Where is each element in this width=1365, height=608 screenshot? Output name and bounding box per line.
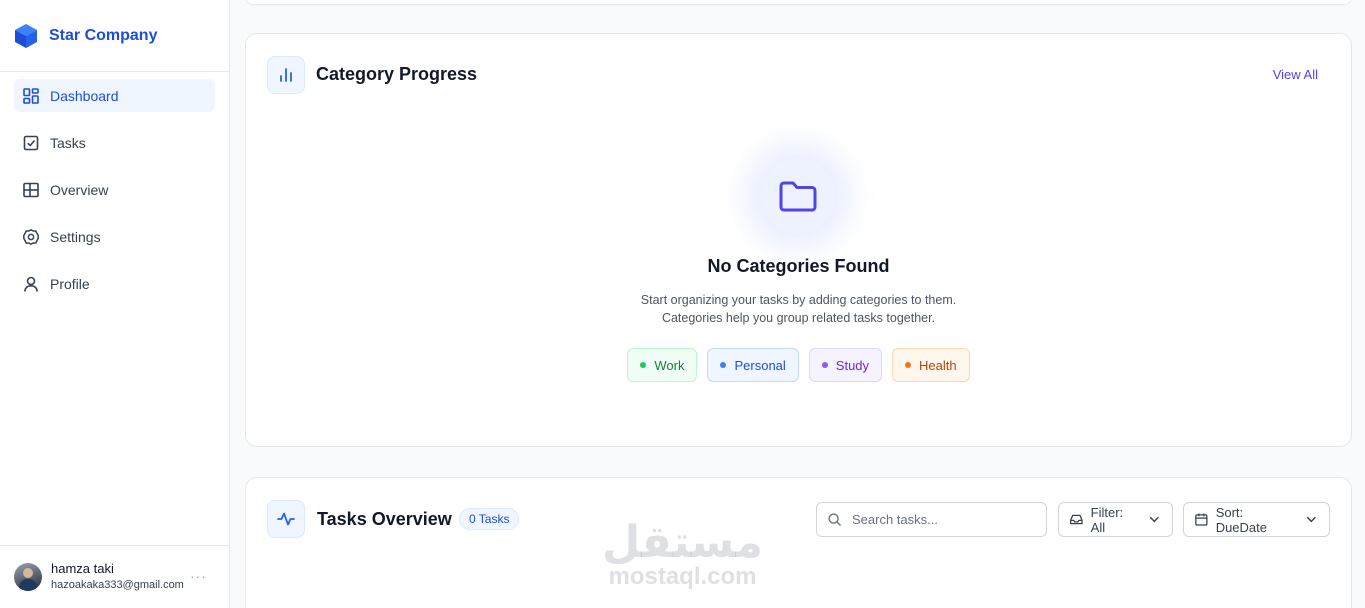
task-count-badge: 0 Tasks [459,508,520,530]
tasks-overview-card: Tasks Overview 0 Tasks Filter: All [245,477,1352,608]
category-progress-title: Category Progress [316,64,478,84]
empty-state-line: Categories help you group related tasks … [661,311,936,325]
watermark-latin: mostaql.com [608,563,757,590]
more-options-icon[interactable]: ··· [190,568,207,584]
sidebar-item-overview[interactable]: Overview [14,173,215,206]
empty-state-description: Start organizing your tasks by adding ca… [246,291,1351,327]
avatar[interactable] [14,563,42,591]
sidebar-item-profile[interactable]: Profile [14,267,215,300]
sort-label: Sort: DueDate [1215,504,1267,535]
dot-icon [640,362,647,368]
empty-state-line: Start organizing your tasks by adding ca… [640,293,957,307]
chevron-down-icon [1150,516,1160,523]
user-name: hamza taki [51,561,114,576]
previous-card [245,0,1352,5]
search-input[interactable] [852,512,1032,527]
category-chips: Work Personal Study Health [246,348,1351,382]
filter-label: Filter: All [1090,504,1124,535]
tasks-overview-title: Tasks Overview [317,509,452,529]
chip-work[interactable]: Work [627,348,698,382]
sidebar-item-label: Dashboard [50,87,119,104]
user-email: hazoakaka333@gmail.com [51,579,184,591]
sidebar-item-dashboard[interactable]: Dashboard [14,79,215,112]
chip-study[interactable]: Study [808,348,883,382]
cube-logo-icon [15,23,37,48]
watermark-arabic: مستقل [602,517,763,568]
chip-label: Study [835,357,870,373]
empty-state-title: No Categories Found [707,256,890,276]
empty-state-illustration [761,159,835,233]
chip-personal[interactable]: Personal [707,348,799,382]
sidebar-item-settings[interactable]: Settings [14,220,215,253]
activity-icon [267,500,305,538]
app: Star Company Dashboard Tasks Overview Se… [0,0,1365,608]
chip-health[interactable]: Health [892,348,970,382]
chip-label: Health [919,357,957,373]
dot-icon [720,362,727,368]
chip-label: Personal [734,357,786,373]
watermark: مستقل mostaql.com [600,517,765,590]
sidebar-item-label: Settings [50,228,101,245]
dashboard-icon [22,87,40,105]
grid-icon [22,181,40,199]
brand-name: Star Company [49,26,158,44]
chevron-down-icon [1307,516,1317,523]
search-icon [828,513,841,526]
inbox-icon [1070,514,1083,525]
view-all-link[interactable]: View All [1273,67,1318,82]
sort-button[interactable]: Sort: DueDate [1183,502,1330,537]
checkbox-icon [22,134,40,152]
brand[interactable]: Star Company [0,0,229,72]
category-progress-card: Category Progress View All No Categories… [245,33,1352,447]
dot-icon [905,362,912,368]
user-profile[interactable]: hamza taki hazoakaka333@gmail.com ··· [0,545,229,608]
chip-label: Work [654,357,685,373]
sidebar-nav: Dashboard Tasks Overview Settings Profil… [0,72,229,321]
gear-icon [22,228,40,246]
user-icon [22,275,40,293]
sidebar-item-label: Tasks [50,134,86,151]
search-box[interactable] [816,502,1047,537]
sidebar: Star Company Dashboard Tasks Overview Se… [0,0,230,608]
dot-icon [821,362,828,368]
sidebar-item-label: Profile [50,275,90,292]
sidebar-item-tasks[interactable]: Tasks [14,126,215,159]
bar-chart-icon [267,56,305,94]
sidebar-item-label: Overview [50,181,109,198]
user-info: hamza taki hazoakaka333@gmail.com [51,561,184,593]
filter-button[interactable]: Filter: All [1058,502,1173,537]
calendar-icon [1195,513,1208,526]
folder-icon [779,181,817,212]
